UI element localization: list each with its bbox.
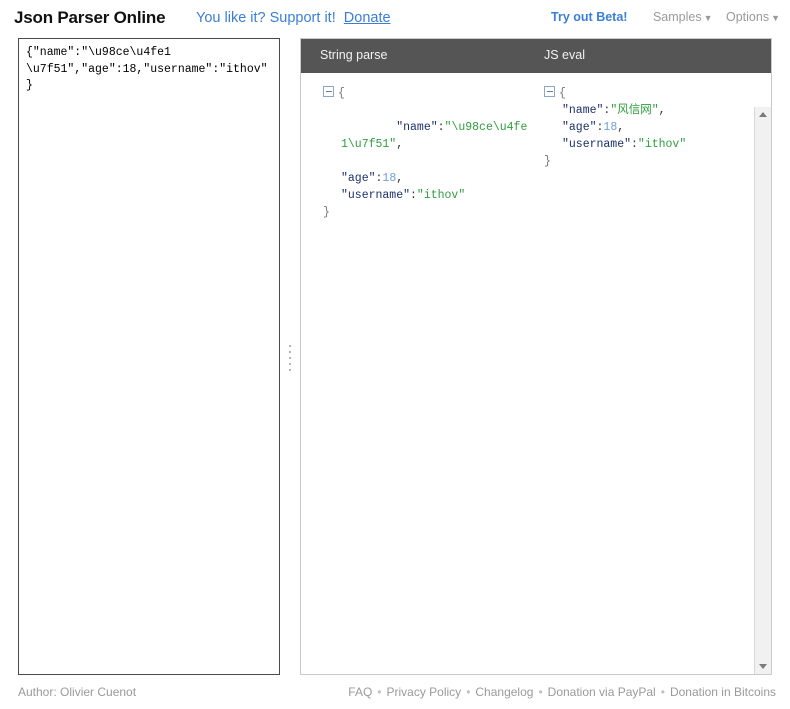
brace-open: {: [559, 87, 566, 100]
entry-colon: :: [438, 121, 445, 134]
tree-root-close: }: [323, 204, 533, 221]
tab-string-parse[interactable]: String parse: [320, 48, 387, 62]
tree-root-close: }: [544, 153, 744, 170]
entry-key: "age": [562, 121, 597, 134]
entry-key: "name": [396, 121, 437, 134]
support-banner: You like it? Support it! Donate: [196, 10, 391, 26]
tree-root-open: {: [323, 85, 533, 102]
entry-comma: ,: [396, 138, 403, 151]
footer-separator: •: [466, 685, 470, 699]
entry-key: "name": [562, 104, 603, 117]
entry-comma: ,: [617, 121, 624, 134]
collapse-icon[interactable]: [323, 86, 334, 97]
footer-author: Author: Olivier Cuenot: [18, 685, 136, 699]
footer-link-donation-bitcoins[interactable]: Donation in Bitcoins: [670, 685, 776, 699]
page-title: Json Parser Online: [14, 8, 165, 28]
entry-colon: :: [410, 189, 417, 202]
entry-value: 18: [603, 121, 617, 134]
tree-entry: "name":"风信网",: [544, 102, 744, 119]
footer-link-privacy-policy[interactable]: Privacy Policy: [387, 685, 462, 699]
footer-separator: •: [538, 685, 542, 699]
entry-value: "ithov": [417, 189, 465, 202]
page-header: Json Parser Online You like it? Support …: [0, 0, 790, 38]
tree-root-open: {: [544, 85, 744, 102]
results-panel: String parse JS eval { "name":"\u98ce\u4…: [300, 38, 772, 675]
tree-entry: "name":"\u98ce\u4fe1\u7f51",: [323, 102, 533, 170]
footer-separator: •: [377, 685, 381, 699]
tab-js-eval[interactable]: JS eval: [544, 48, 585, 62]
footer-link-donation-paypal[interactable]: Donation via PayPal: [548, 685, 656, 699]
entry-value: "风信网": [610, 104, 658, 117]
brace-open: {: [338, 87, 345, 100]
tree-entry: "age":18,: [323, 170, 533, 187]
json-input-textarea[interactable]: {"name":"\u98ce\u4fe1 \u7f51","age":18,"…: [19, 39, 279, 95]
splitter-dot: [289, 369, 291, 371]
footer-link-faq[interactable]: FAQ: [348, 685, 372, 699]
options-menu-label: Options: [726, 10, 769, 24]
header-menu: Try out Beta! Samples▼ Options▼: [551, 10, 780, 24]
splitter-dot: [289, 363, 291, 365]
try-beta-link[interactable]: Try out Beta!: [551, 10, 627, 24]
footer-separator: •: [661, 685, 665, 699]
entry-comma: ,: [396, 172, 403, 185]
panel-splitter-handle[interactable]: [285, 340, 295, 376]
entry-key: "age": [341, 172, 376, 185]
tree-entry: "username":"ithov": [323, 187, 533, 204]
entry-comma: ,: [659, 104, 666, 117]
tree-entry: "username":"ithov": [544, 136, 744, 153]
page-footer: Author: Olivier Cuenot FAQ • Privacy Polic…: [0, 677, 790, 709]
entry-colon: :: [631, 138, 638, 151]
brace-close: }: [323, 206, 330, 219]
scroll-up-arrow-icon[interactable]: [755, 107, 771, 124]
entry-key: "username": [341, 189, 410, 202]
footer-link-changelog[interactable]: Changelog: [475, 685, 533, 699]
scroll-down-arrow-icon[interactable]: [755, 657, 771, 674]
splitter-dot: [289, 345, 291, 347]
options-menu[interactable]: Options▼: [726, 10, 780, 24]
support-text: You like it? Support it!: [196, 10, 336, 26]
chevron-down-icon: ▼: [771, 13, 780, 23]
json-input-panel[interactable]: {"name":"\u98ce\u4fe1 \u7f51","age":18,"…: [18, 38, 280, 675]
splitter-dot: [289, 351, 291, 353]
results-body: { "name":"\u98ce\u4fe1\u7f51", "age":18,…: [301, 73, 771, 674]
brace-close: }: [544, 155, 551, 168]
samples-menu[interactable]: Samples▼: [653, 10, 713, 24]
donate-link[interactable]: Donate: [344, 10, 391, 26]
results-tabbar: String parse JS eval: [301, 39, 771, 73]
results-scrollbar[interactable]: [754, 107, 771, 674]
chevron-down-icon: ▼: [704, 13, 713, 23]
samples-menu-label: Samples: [653, 10, 702, 24]
splitter-dot: [289, 357, 291, 359]
footer-links: FAQ • Privacy Policy • Changelog • Donation vi…: [348, 685, 776, 699]
collapse-icon[interactable]: [544, 86, 555, 97]
js-eval-tree: { "name":"风信网", "age":18, "username":"it…: [544, 85, 744, 170]
tree-entry: "age":18,: [544, 119, 744, 136]
entry-key: "username": [562, 138, 631, 151]
entry-value: 18: [382, 172, 396, 185]
entry-value: "ithov": [638, 138, 686, 151]
string-parse-tree: { "name":"\u98ce\u4fe1\u7f51", "age":18,…: [323, 85, 533, 221]
